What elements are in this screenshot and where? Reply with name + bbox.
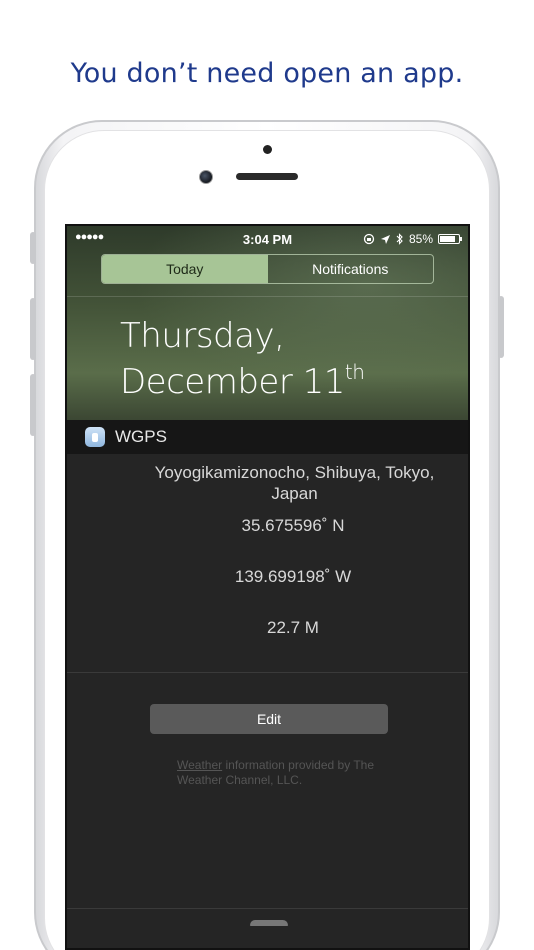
- widget-header[interactable]: WGPS: [67, 420, 468, 454]
- today-notifications-segmented-control: Today Notifications: [101, 254, 434, 284]
- date-month-day: December 11th: [120, 360, 365, 402]
- widget-name: WGPS: [115, 427, 167, 446]
- tab-today[interactable]: Today: [102, 255, 268, 283]
- notification-center-grabber[interactable]: [250, 920, 288, 926]
- divider: [67, 296, 468, 297]
- app-store-screenshot: You don’t need open an app. ●●●●● 3:04 P…: [0, 0, 534, 950]
- wgps-widget-body: Yoyogikamizonocho, Shibuya, Tokyo, Japan…: [67, 454, 468, 672]
- date-weekday: Thursday,: [120, 316, 285, 356]
- wgps-app-icon: [85, 427, 105, 447]
- volume-up-button: [30, 298, 36, 360]
- power-button: [498, 296, 504, 358]
- date-month-day-text: December 11: [120, 362, 345, 402]
- earpiece-speaker: [236, 173, 298, 180]
- latitude-value: 35.675596˚ N: [241, 516, 345, 535]
- location-arrow-icon: [380, 234, 390, 244]
- weather-attribution: Weather information provided by The Weat…: [177, 758, 417, 788]
- tab-notifications[interactable]: Notifications: [268, 255, 434, 283]
- rotation-lock-icon: [363, 233, 375, 245]
- battery-percent: 85%: [408, 232, 433, 246]
- divider: [67, 672, 468, 673]
- phone-screen: ●●●●● 3:04 PM 85% Today Notifications Th…: [65, 224, 470, 950]
- location-address: Yoyogikamizonocho, Shibuya, Tokyo, Japan: [154, 463, 435, 503]
- proximity-sensor: [263, 145, 272, 154]
- altitude-value: 22.7 M: [267, 618, 319, 637]
- edit-button[interactable]: Edit: [150, 704, 388, 734]
- longitude-value: 139.699198˚ W: [234, 567, 352, 586]
- bluetooth-icon: [396, 233, 403, 245]
- status-right-group: 85%: [363, 232, 462, 246]
- battery-icon: [438, 234, 462, 244]
- mute-switch: [30, 232, 36, 264]
- volume-down-button: [30, 374, 36, 436]
- date-suffix: th: [344, 360, 365, 384]
- headline: You don’t need open an app.: [70, 58, 464, 89]
- weather-link[interactable]: Weather: [177, 758, 222, 772]
- divider: [67, 908, 468, 909]
- front-camera-icon: [199, 170, 213, 184]
- status-bar: ●●●●● 3:04 PM 85%: [67, 231, 468, 248]
